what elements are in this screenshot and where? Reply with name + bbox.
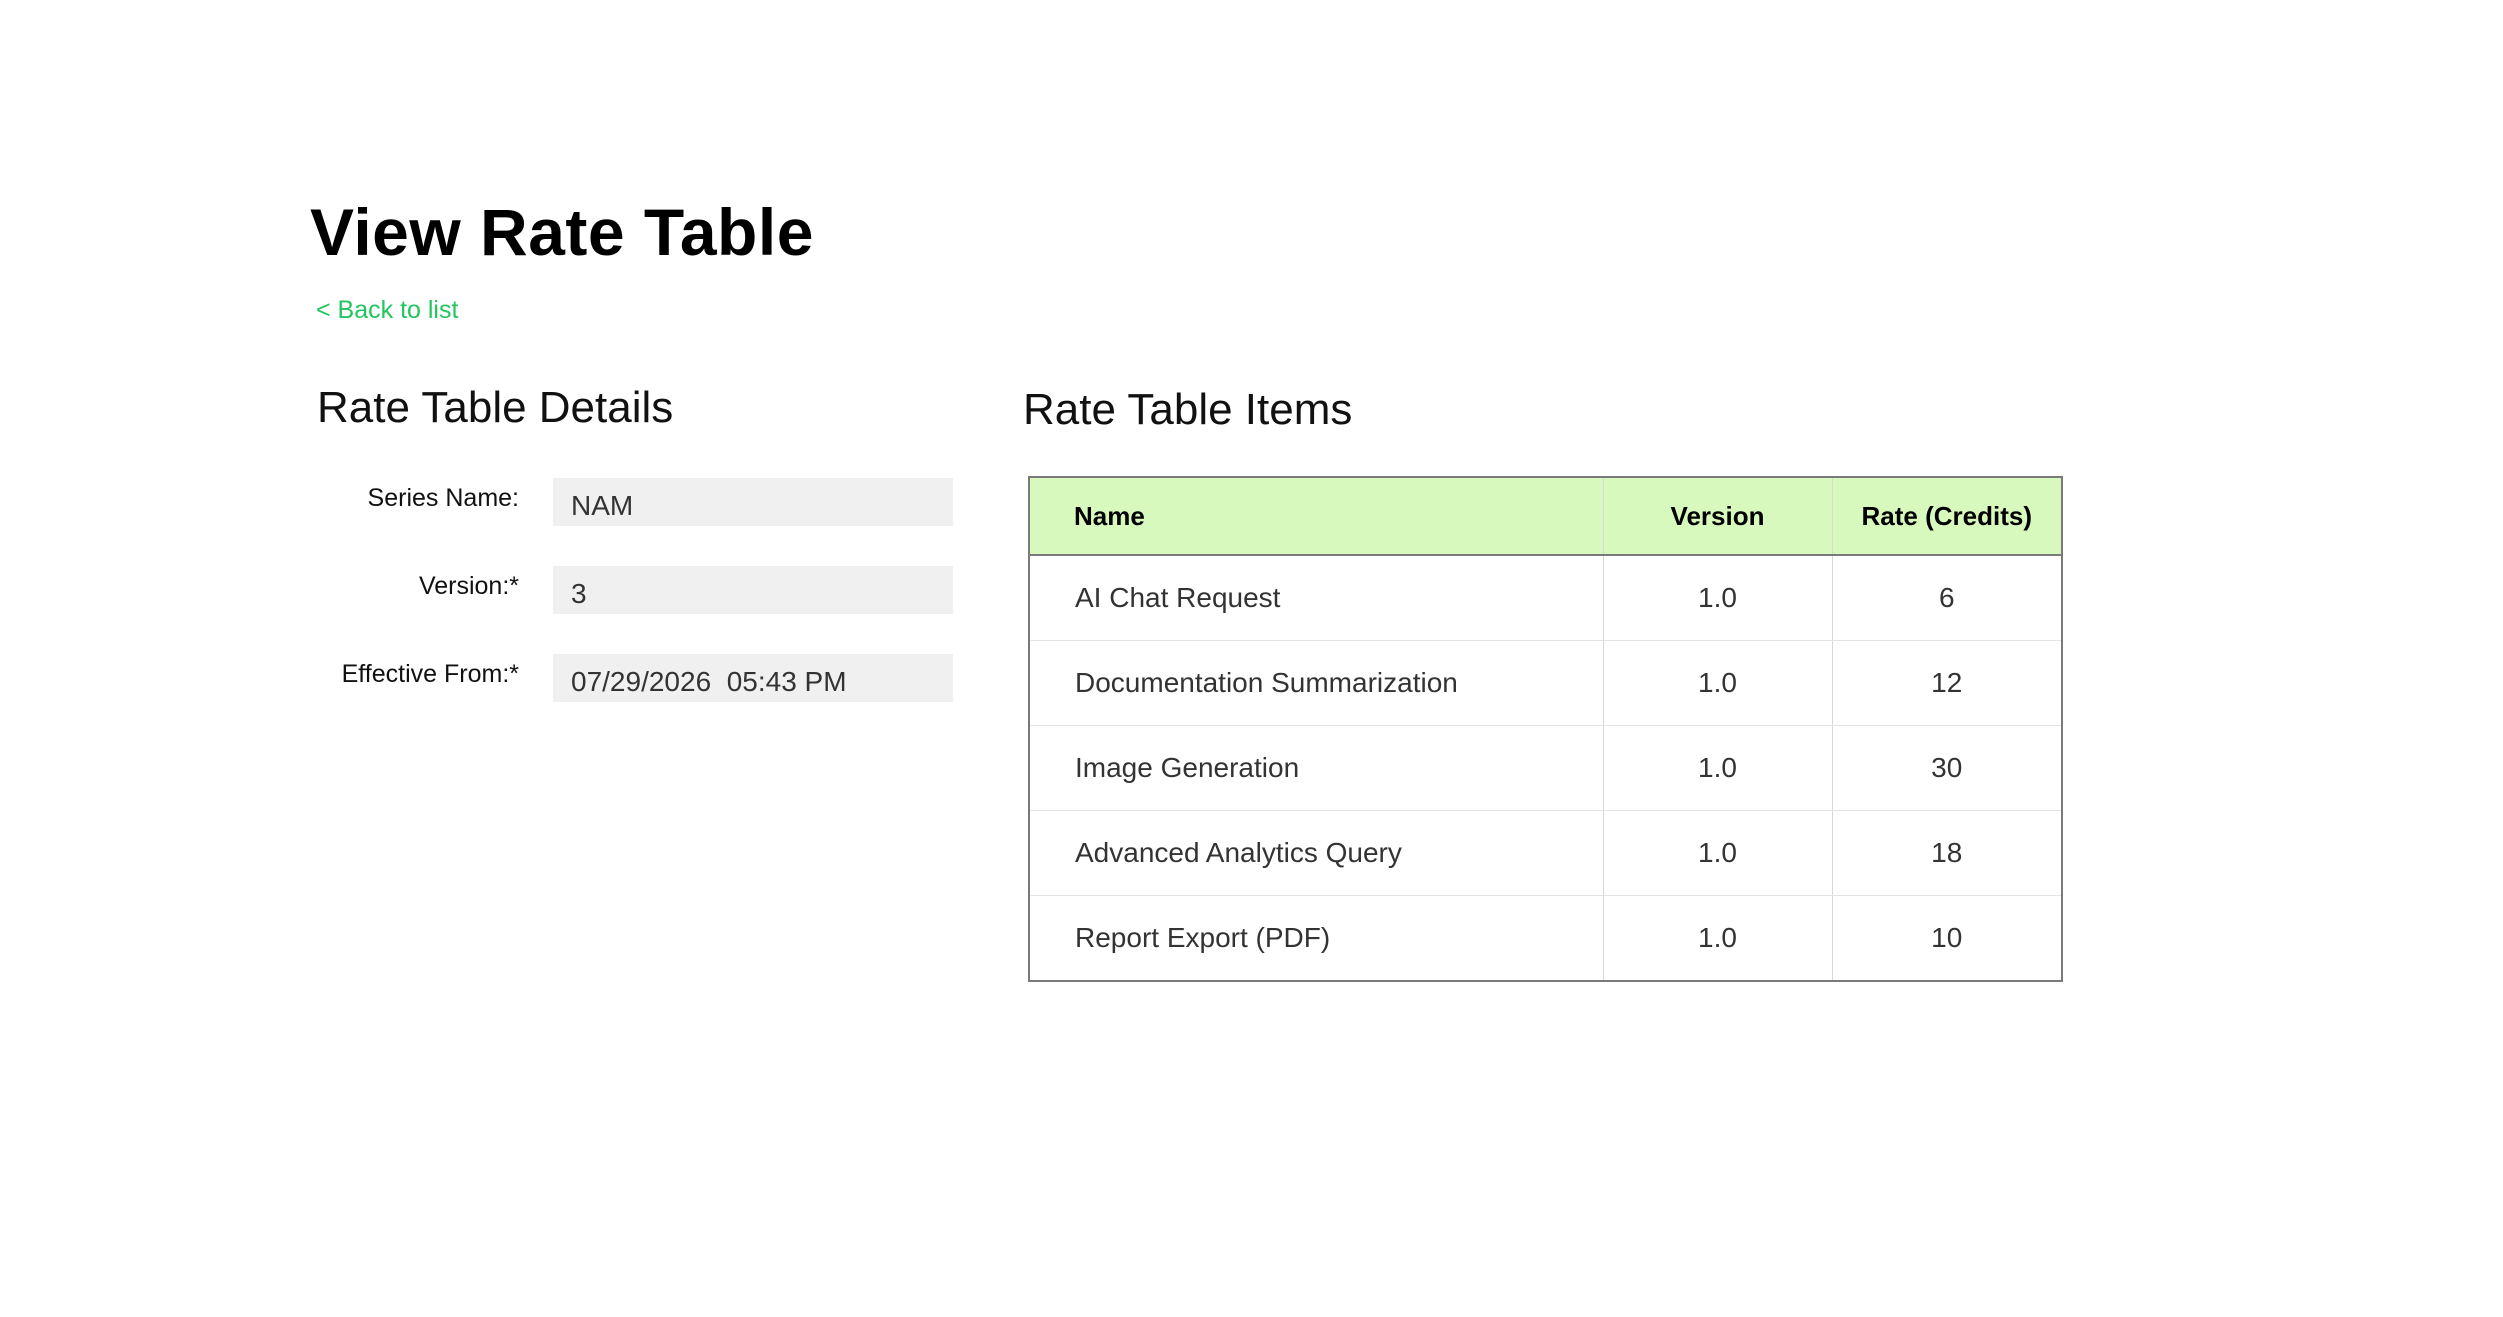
cell-version: 1.0 [1603,895,1833,981]
table-row: Image Generation 1.0 30 [1029,725,2062,811]
cell-rate: 18 [1832,810,2062,896]
back-to-list-link[interactable]: < Back to list [316,296,458,325]
table-row: Advanced Analytics Query 1.0 18 [1029,810,2062,896]
table-row: Documentation Summarization 1.0 12 [1029,640,2062,726]
series-name-input[interactable] [553,478,953,526]
cell-rate: 12 [1832,640,2062,726]
effective-from-label: Effective From:* [341,660,519,688]
series-name-row: Series Name: [300,478,955,526]
version-label: Version:* [418,572,519,600]
page: View Rate Table < Back to list Rate Tabl… [0,0,2503,1317]
table-row: Report Export (PDF) 1.0 10 [1029,895,2062,981]
cell-name: Image Generation [1029,725,1604,811]
table-header: Name Version Rate (Credits) [1029,477,2062,556]
table-header-row: Name Version Rate (Credits) [1029,477,2062,556]
cell-version: 1.0 [1603,810,1833,896]
cell-version: 1.0 [1603,725,1833,811]
version-input[interactable] [553,566,953,614]
effective-from-input[interactable] [553,654,953,702]
cell-rate: 6 [1832,555,2062,641]
column-header-rate: Rate (Credits) [1832,477,2062,556]
version-row: Version:* [300,566,955,614]
series-name-label: Series Name: [367,484,519,512]
rate-table-items-heading: Rate Table Items [1023,385,1353,434]
column-header-version: Version [1603,477,1833,556]
cell-name: Advanced Analytics Query [1029,810,1604,896]
page-title: View Rate Table [310,195,814,269]
table-row: AI Chat Request 1.0 6 [1029,555,2062,641]
cell-version: 1.0 [1603,555,1833,641]
cell-name: Report Export (PDF) [1029,895,1604,981]
effective-from-row: Effective From:* [300,654,955,702]
cell-version: 1.0 [1603,640,1833,726]
cell-rate: 30 [1832,725,2062,811]
column-header-name: Name [1029,477,1604,556]
cell-name: AI Chat Request [1029,555,1604,641]
cell-name: Documentation Summarization [1029,640,1604,726]
table-body: AI Chat Request 1.0 6 Documentation Summ… [1029,555,2062,981]
cell-rate: 10 [1931,922,1963,953]
rate-table-details-heading: Rate Table Details [317,383,674,432]
rate-table-items: Name Version Rate (Credits) AI Chat Requ… [1028,476,2063,982]
